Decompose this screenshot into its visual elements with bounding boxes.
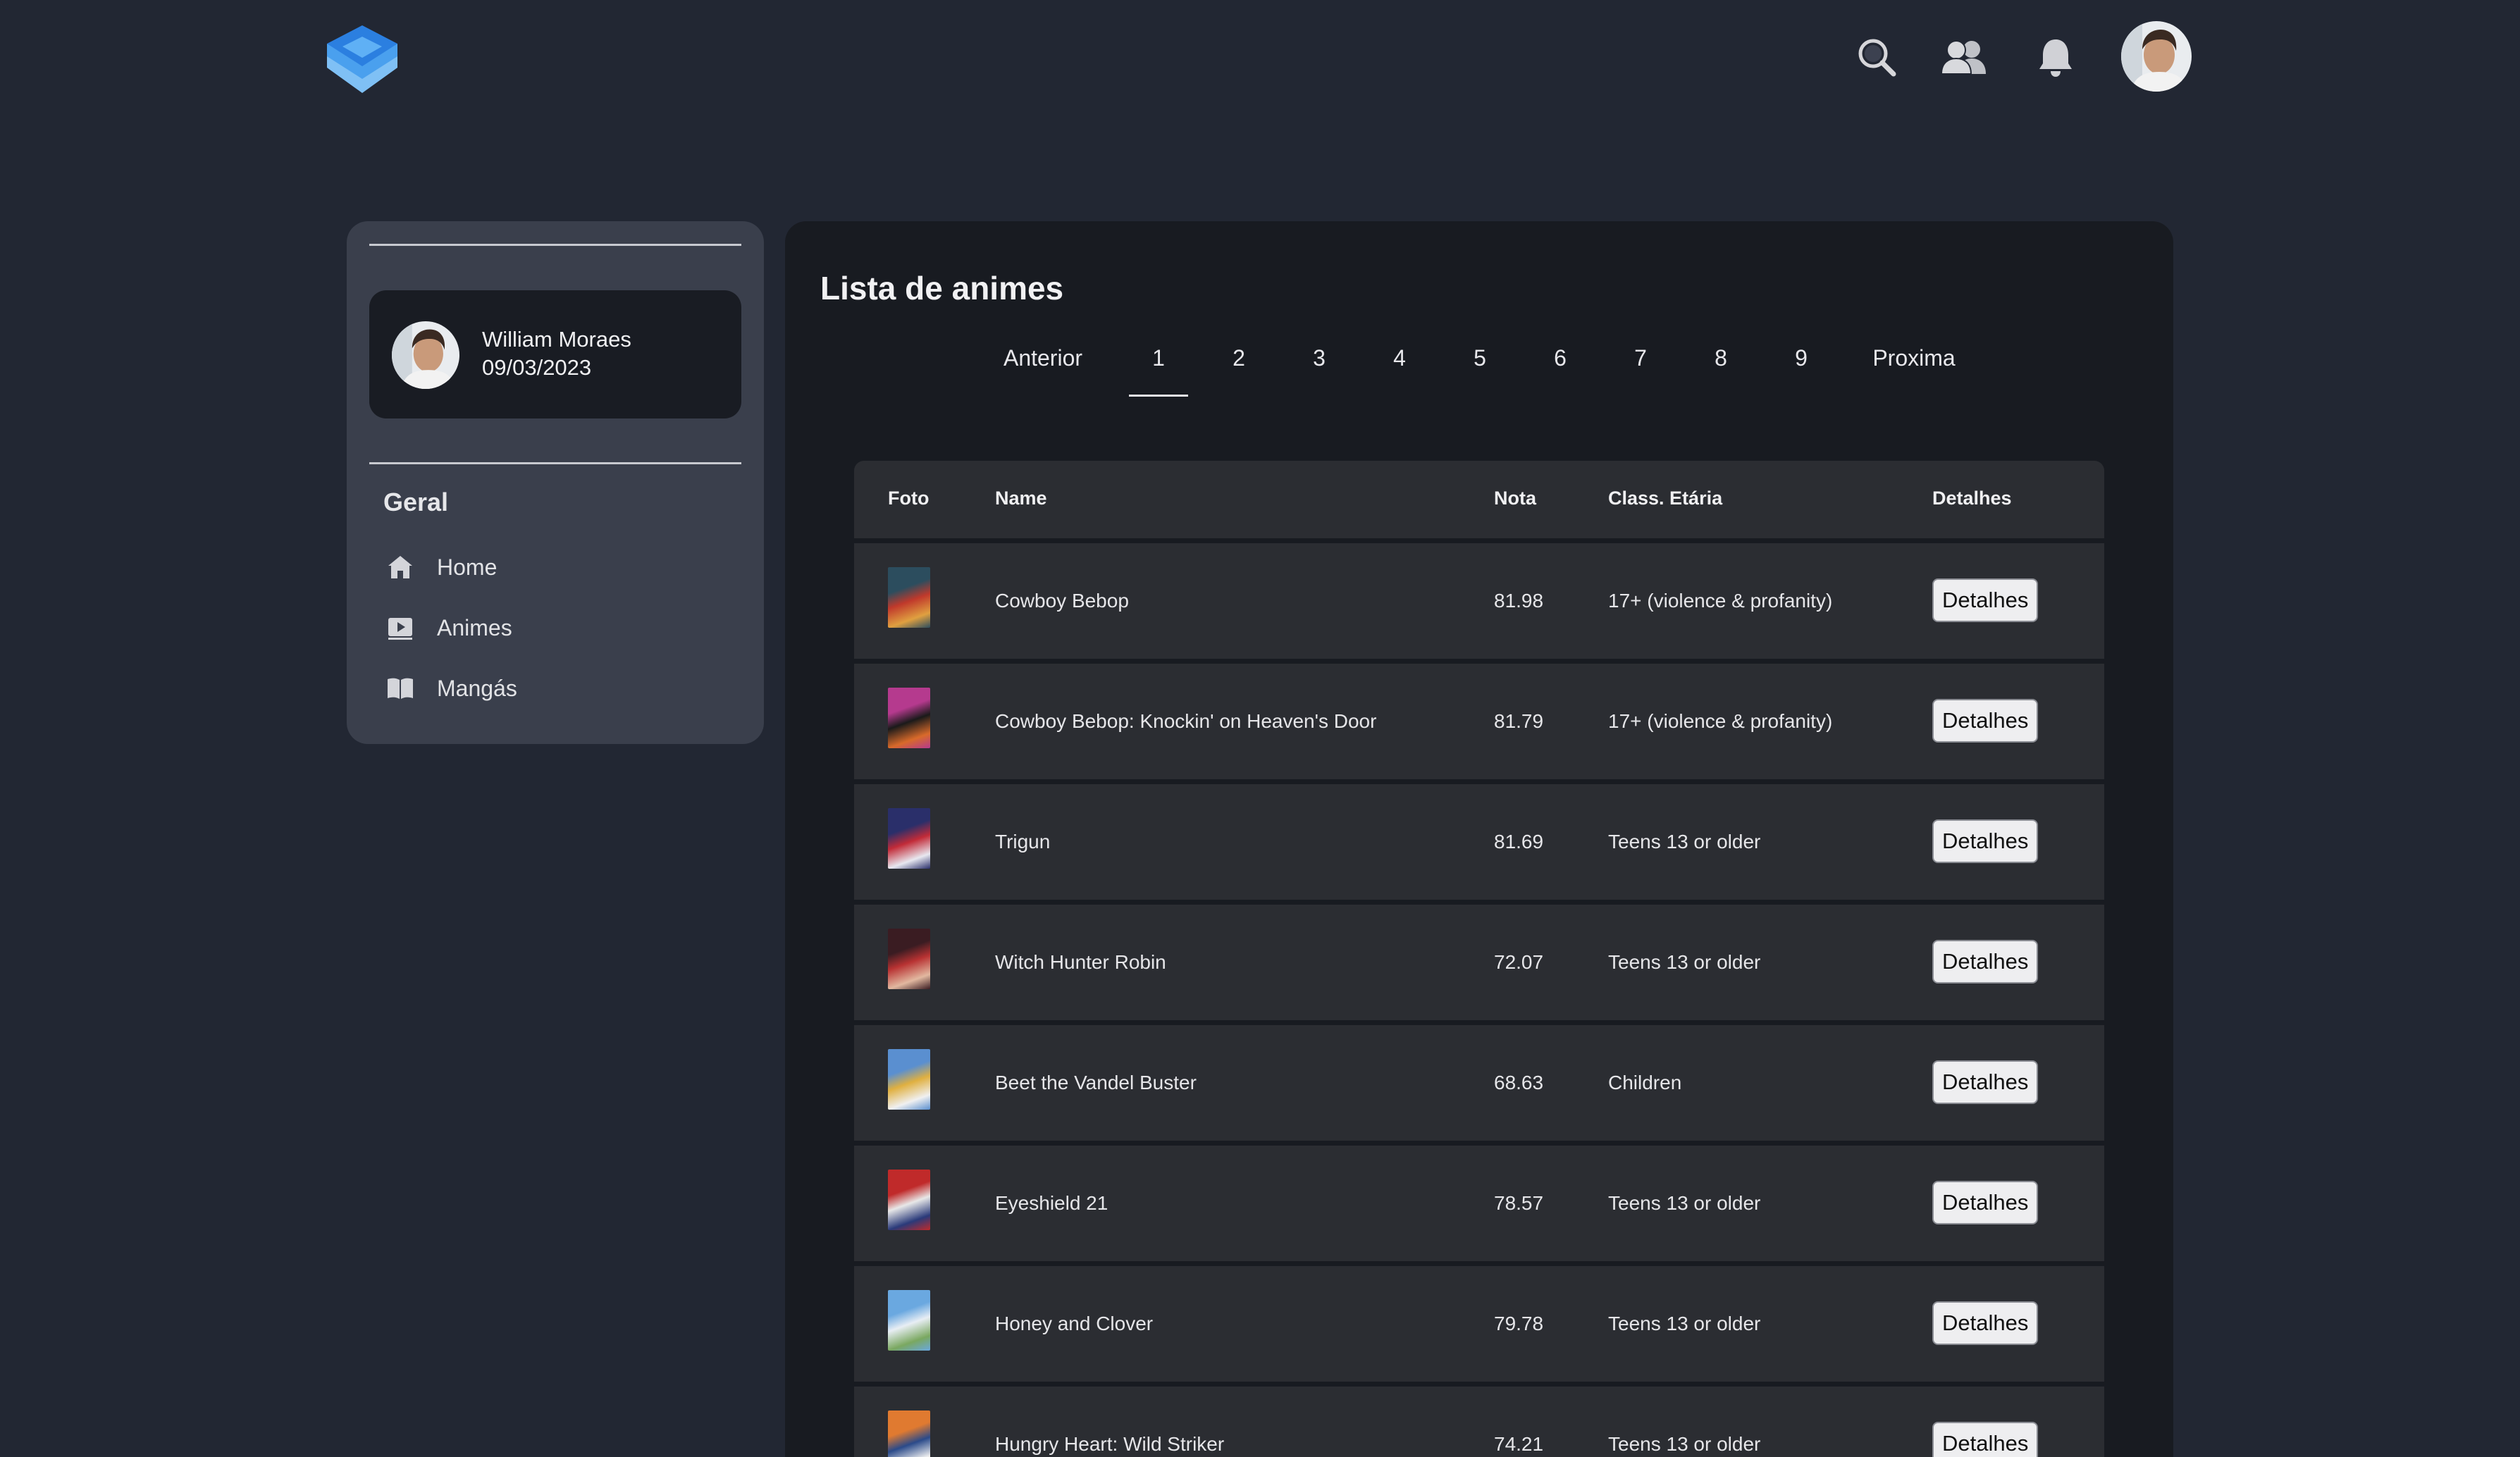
- anime-rating: Teens 13 or older: [1608, 1433, 1761, 1455]
- table-row: Honey and Clover 79.78 Teens 13 or older De…: [854, 1266, 2104, 1382]
- sidebar-item-label: Mangás: [437, 675, 517, 701]
- profile-date: 09/03/2023: [482, 355, 592, 380]
- profile-card[interactable]: William Moraes 09/03/2023: [369, 290, 741, 418]
- pagination-page-1[interactable]: 1: [1152, 345, 1165, 371]
- column-header-foto: Foto: [888, 488, 929, 509]
- details-button[interactable]: Detalhes: [1932, 1181, 2039, 1224]
- details-button[interactable]: Detalhes: [1932, 578, 2039, 622]
- home-icon: [385, 552, 416, 583]
- anime-table: Foto Name Nota Class. Etária Detalhes Co…: [854, 461, 2104, 1457]
- anime-thumbnail: [888, 929, 930, 989]
- sidebar-item-animes[interactable]: Animes: [383, 603, 729, 652]
- anime-name: Witch Hunter Robin: [995, 951, 1166, 973]
- pagination-page-3[interactable]: 3: [1313, 345, 1326, 371]
- book-icon: [385, 673, 416, 704]
- table-row: Eyeshield 21 78.57 Teens 13 or older Detalh…: [854, 1146, 2104, 1261]
- sidebar-item-label: Animes: [437, 614, 512, 640]
- details-button[interactable]: Detalhes: [1932, 940, 2039, 984]
- pagination-page-2[interactable]: 2: [1233, 345, 1245, 371]
- profile-name: William Moraes: [482, 327, 631, 352]
- anime-rating: Teens 13 or older: [1608, 951, 1761, 973]
- anime-thumbnail: [888, 808, 930, 869]
- anime-thumbnail: [888, 688, 930, 748]
- page-title: Lista de animes: [820, 270, 1064, 306]
- sidebar-item-label: Home: [437, 554, 498, 580]
- anime-rating: 17+ (violence & profanity): [1608, 710, 1833, 732]
- anime-score: 78.57: [1494, 1192, 1544, 1214]
- bell-icon[interactable]: [2031, 32, 2080, 82]
- pagination-page-6[interactable]: 6: [1554, 345, 1567, 371]
- top-header: [0, 0, 2520, 127]
- sidebar-item-home[interactable]: Home: [383, 542, 729, 592]
- anime-thumbnail: [888, 567, 930, 628]
- pagination-page-8[interactable]: 8: [1715, 345, 1727, 371]
- anime-name: Trigun: [995, 831, 1051, 852]
- pagination: Anterior 1 2 3 4 5 6 7 8 9 Proxima: [785, 345, 2173, 402]
- sidebar-item-mangas[interactable]: Mangás: [383, 664, 729, 713]
- details-button[interactable]: Detalhes: [1932, 1060, 2039, 1104]
- anime-thumbnail: [888, 1049, 930, 1110]
- column-header-class: Class. Etária: [1608, 488, 1723, 509]
- sidebar: William Moraes 09/03/2023 Geral Home Ani…: [347, 221, 764, 744]
- search-icon[interactable]: [1852, 32, 1901, 82]
- anime-name: Eyeshield 21: [995, 1192, 1108, 1214]
- pagination-page-9[interactable]: 9: [1795, 345, 1808, 371]
- table-row: Trigun 81.69 Teens 13 or older Detalhes: [854, 784, 2104, 900]
- pagination-page-7[interactable]: 7: [1634, 345, 1647, 371]
- main-panel: Lista de animes Anterior 1 2 3 4 5 6 7 8…: [785, 221, 2173, 1457]
- anime-thumbnail: [888, 1170, 930, 1230]
- anime-rating: Children: [1608, 1072, 1682, 1093]
- anime-thumbnail: [888, 1290, 930, 1351]
- app-logo-icon[interactable]: [324, 23, 400, 99]
- anime-score: 79.78: [1494, 1313, 1544, 1334]
- profile-avatar: [392, 321, 459, 389]
- pagination-page-4[interactable]: 4: [1393, 345, 1406, 371]
- play-icon: [385, 612, 416, 643]
- pagination-next[interactable]: Proxima: [1872, 345, 1955, 371]
- pagination-active-indicator: [1129, 395, 1188, 397]
- anime-name: Beet the Vandel Buster: [995, 1072, 1197, 1093]
- anime-name: Cowboy Bebop: [995, 590, 1129, 612]
- friends-icon[interactable]: [1939, 32, 1989, 82]
- sidebar-divider: [369, 244, 741, 246]
- anime-name: Cowboy Bebop: Knockin' on Heaven's Door: [995, 710, 1377, 732]
- table-header: Foto Name Nota Class. Etária Detalhes: [854, 461, 2104, 538]
- details-button[interactable]: Detalhes: [1932, 1301, 2039, 1345]
- table-row: Beet the Vandel Buster 68.63 Children Detal…: [854, 1025, 2104, 1141]
- anime-score: 74.21: [1494, 1433, 1544, 1455]
- sidebar-divider: [369, 462, 741, 464]
- column-header-nota: Nota: [1494, 488, 1536, 509]
- anime-score: 81.79: [1494, 710, 1544, 732]
- anime-name: Hungry Heart: Wild Striker: [995, 1433, 1225, 1455]
- sidebar-section-title: Geral: [383, 488, 449, 516]
- details-button[interactable]: Detalhes: [1932, 699, 2039, 743]
- table-row: Cowboy Bebop 81.98 17+ (violence & profani…: [854, 543, 2104, 659]
- anime-rating: Teens 13 or older: [1608, 831, 1761, 852]
- anime-score: 68.63: [1494, 1072, 1544, 1093]
- user-avatar[interactable]: [2121, 21, 2192, 92]
- anime-name: Honey and Clover: [995, 1313, 1154, 1334]
- anime-score: 72.07: [1494, 951, 1544, 973]
- column-header-detalhes: Detalhes: [1932, 488, 2012, 509]
- pagination-prev[interactable]: Anterior: [1003, 345, 1082, 371]
- table-row: Witch Hunter Robin 72.07 Teens 13 or older…: [854, 905, 2104, 1020]
- anime-score: 81.69: [1494, 831, 1544, 852]
- anime-score: 81.98: [1494, 590, 1544, 612]
- column-header-name: Name: [995, 488, 1047, 509]
- anime-thumbnail: [888, 1410, 930, 1457]
- table-row: Cowboy Bebop: Knockin' on Heaven's Door 8…: [854, 664, 2104, 779]
- anime-rating: Teens 13 or older: [1608, 1192, 1761, 1214]
- pagination-page-5[interactable]: 5: [1474, 345, 1486, 371]
- anime-rating: Teens 13 or older: [1608, 1313, 1761, 1334]
- details-button[interactable]: Detalhes: [1932, 1422, 2039, 1457]
- details-button[interactable]: Detalhes: [1932, 819, 2039, 863]
- table-row: Hungry Heart: Wild Striker 74.21 Teens 13 …: [854, 1387, 2104, 1457]
- anime-rating: 17+ (violence & profanity): [1608, 590, 1833, 612]
